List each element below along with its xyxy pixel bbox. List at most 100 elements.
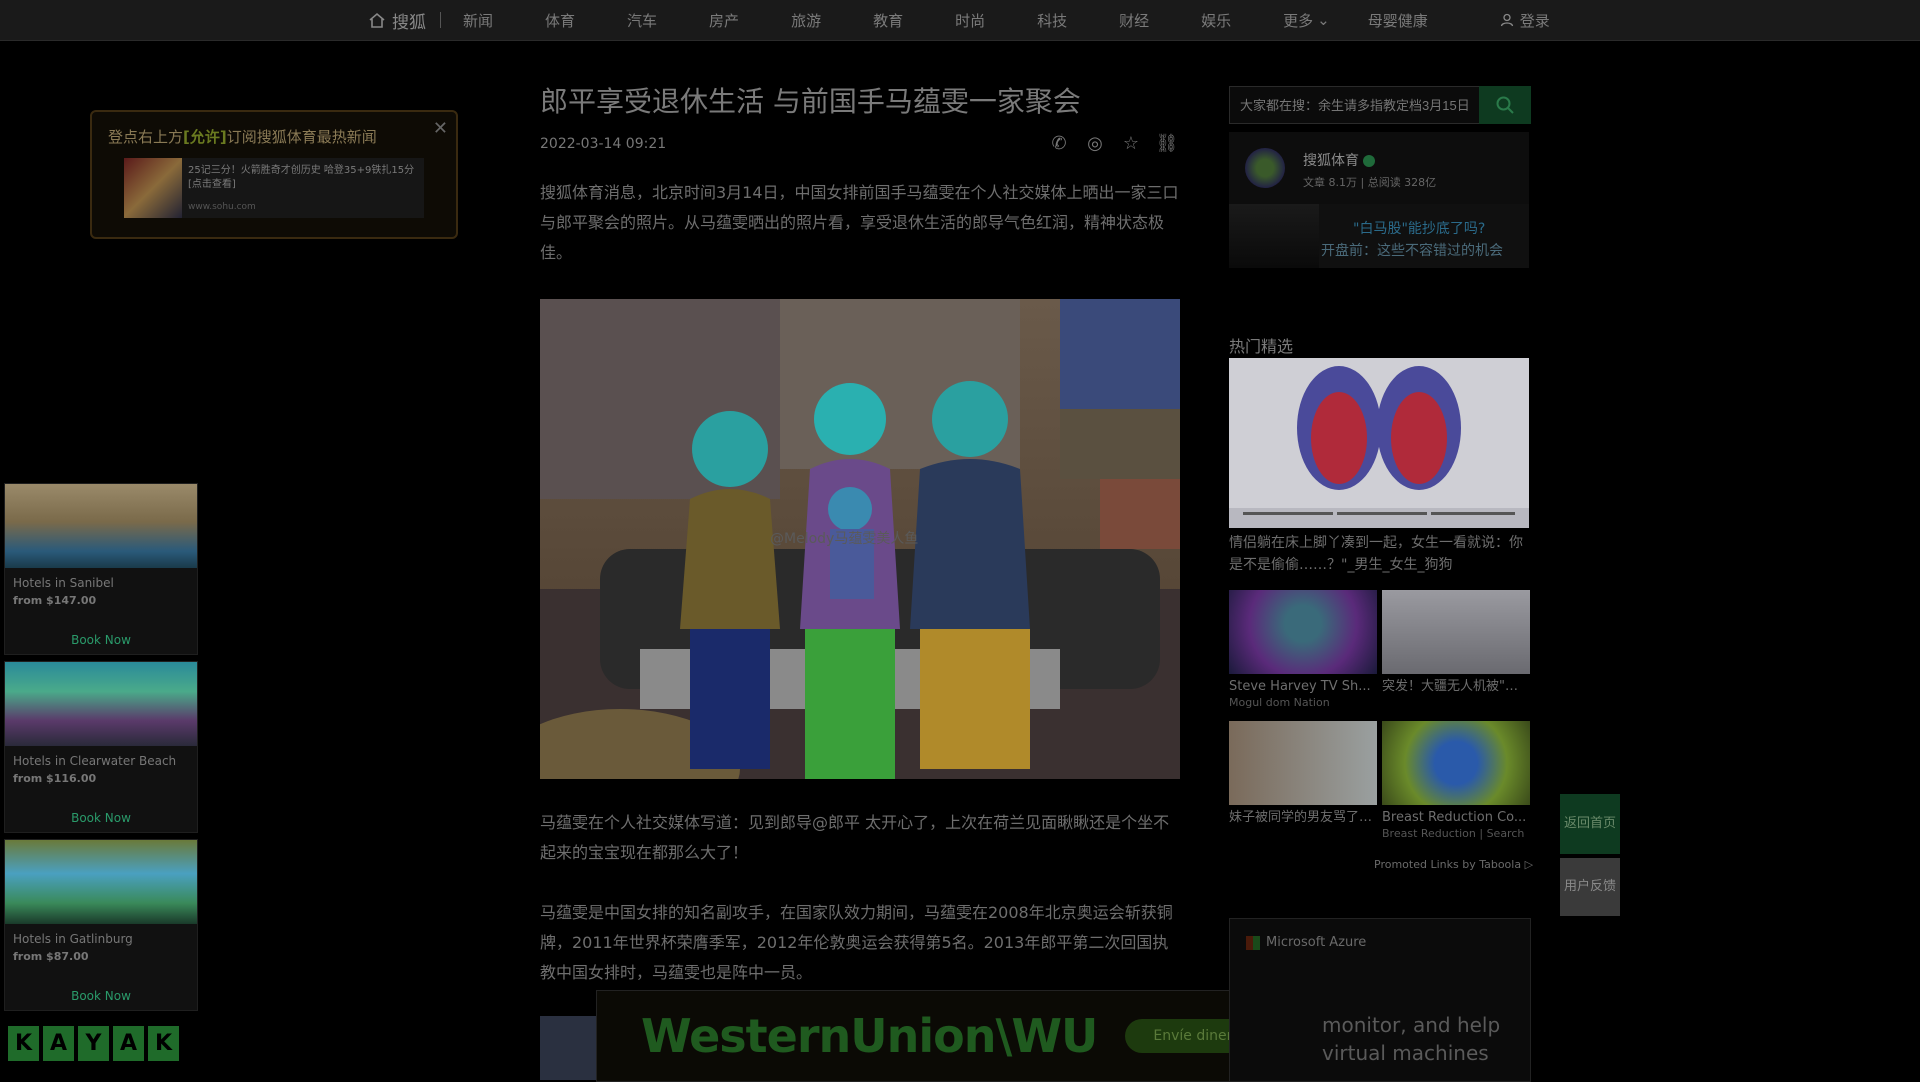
site-logo: 搜狐 — [392, 12, 426, 33]
book-now-button[interactable]: Book Now — [5, 633, 197, 647]
hot-picks-card-image — [1229, 590, 1377, 674]
book-now-button[interactable]: Book Now — [5, 989, 197, 1003]
verified-icon — [1363, 155, 1375, 167]
hot-picks-card-caption: 突发！大疆无人机被"升级制裁"：美国设计软... — [1382, 679, 1530, 694]
share-toolbar: ✆ ◎ ☆ ⛓ — [1048, 132, 1178, 154]
link-icon[interactable]: ⛓ — [1156, 132, 1179, 154]
hotel-ad-image — [5, 840, 197, 924]
author-stats: 文章 8.1万 | 总阅读 328亿 — [1303, 176, 1437, 189]
article-paragraph: 搜狐体育消息，北京时间3月14日，中国女排前国手马蕴雯在个人社交媒体上晒出一家三… — [540, 183, 1179, 262]
nav-item-house[interactable]: 房产 — [709, 10, 739, 31]
hot-picks-card-image — [1382, 590, 1530, 674]
feet-illustration — [1229, 358, 1529, 528]
popup-news-card[interactable]: 25记三分！火箭胜奇才创历史 哈登35+9铁扎15分[点击查看] www.soh… — [124, 158, 424, 218]
hot-picks-heading: 热门精选 — [1229, 337, 1294, 356]
hotel-ad-name: Hotels in Gatlinburg — [13, 932, 133, 946]
wechat-icon[interactable]: ✆ — [1048, 132, 1070, 154]
subscribe-popup: 登点右上方[允许]订阅搜狐体育最热新闻 ✕ 25记三分！火箭胜奇才创历史 哈登3… — [90, 110, 458, 239]
stock-banner-ad[interactable]: "白马股"能抄底了吗? 开盘前：这些不容错过的机会 — [1229, 204, 1529, 268]
hot-picks-card-caption: Breast Reduction Co... — [1382, 810, 1527, 825]
nav-item-sports[interactable]: 体育 — [545, 10, 575, 31]
nav-item-tech[interactable]: 科技 — [1037, 10, 1067, 31]
popup-title-suffix: 订阅搜狐体育最热新闻 — [226, 128, 377, 146]
hot-picks-card[interactable]: Breast Reduction Co... Breast Reduction … — [1382, 721, 1530, 840]
nav-item-finance[interactable]: 财经 — [1119, 10, 1149, 31]
azure-ad[interactable]: Microsoft Azure monitor, and help virtua… — [1229, 918, 1531, 1082]
user-feedback-button[interactable]: 用户反馈 — [1560, 858, 1620, 916]
book-now-button[interactable]: Book Now — [5, 811, 197, 825]
top-navigation-bar: 搜狐 新闻 体育 汽车 房产 旅游 教育 时尚 科技 财经 娱乐 更多 ⌄ 母婴… — [0, 0, 1920, 41]
close-icon[interactable]: ✕ — [433, 118, 448, 139]
nav-more-dropdown[interactable]: 更多 ⌄ — [1283, 10, 1330, 31]
hot-picks-card[interactable]: Steve Harvey TV Sh... Mogul dom Nation — [1229, 590, 1377, 709]
hotel-ad-card[interactable]: Hotels in Clearwater Beach from $116.00 … — [4, 661, 198, 833]
hotel-ad-image — [5, 662, 197, 746]
play-icon: ▷ — [1524, 858, 1534, 871]
azure-brand-label: Microsoft Azure — [1266, 935, 1367, 950]
nav-item-news[interactable]: 新闻 — [463, 10, 493, 31]
popup-allow-highlight: [允许] — [183, 128, 227, 146]
kayak-letter: Y — [78, 1026, 109, 1061]
hot-picks-main-caption[interactable]: 情侣躺在床上脚丫凑到一起，女生一看就说：你是不是偷偷……？"_男生_女生_狗狗 — [1229, 532, 1529, 576]
home-link[interactable]: 搜狐 — [368, 8, 426, 33]
search-input[interactable] — [1230, 87, 1480, 123]
hot-picks-card-source: Breast Reduction | Search — [1382, 827, 1525, 840]
hot-picks-card-image — [1229, 721, 1377, 805]
nav-item-entertainment[interactable]: 娱乐 — [1201, 10, 1231, 31]
kayak-letter: K — [148, 1026, 179, 1061]
kayak-logo[interactable]: K A Y A K — [8, 1026, 179, 1061]
chevron-down-icon: ⌄ — [1317, 11, 1330, 29]
article-paragraph: 马蕴雯是中国女排的知名副攻手，在国家队效力期间，马蕴雯在2008年北京奥运会斩获… — [540, 903, 1173, 982]
nav-item-travel[interactable]: 旅游 — [791, 10, 821, 31]
article-title: 郎平享受退休生活 与前国手马蕴雯一家聚会 — [540, 85, 1081, 118]
photo-watermark: @Melody马蕴雯美人鱼 — [770, 531, 919, 547]
western-union-logo: WesternUnion\WU — [641, 1009, 1098, 1063]
hotel-ad-card[interactable]: Hotels in Gatlinburg from $87.00 Book No… — [4, 839, 198, 1011]
nav-item-education[interactable]: 教育 — [873, 10, 903, 31]
popup-title-prefix: 登点右上方 — [108, 128, 184, 146]
hot-picks-main-image[interactable] — [1229, 358, 1529, 528]
author-name-row: 搜狐体育 — [1303, 150, 1375, 170]
user-icon — [1500, 13, 1513, 27]
search-button[interactable] — [1479, 86, 1531, 124]
avatar — [1245, 148, 1285, 188]
western-union-banner-ad[interactable]: WesternUnion\WU Envíe dinero ⓘ — [596, 990, 1326, 1082]
kayak-letter: A — [43, 1026, 74, 1061]
hotel-ad-name: Hotels in Clearwater Beach — [13, 754, 177, 768]
nav-more-label: 更多 — [1283, 11, 1314, 30]
nav-item-auto[interactable]: 汽车 — [627, 10, 657, 31]
star-icon[interactable]: ☆ — [1120, 132, 1142, 154]
hotel-ad-name: Hotels in Sanibel — [13, 576, 114, 590]
article-photo-second[interactable] — [540, 1016, 600, 1080]
hotel-ad-price: from $87.00 — [13, 950, 89, 963]
author-name: 搜狐体育 — [1303, 153, 1359, 169]
nav-item-mother-baby[interactable]: 母婴健康 — [1368, 10, 1428, 31]
stock-banner-line1: "白马股"能抄底了吗? — [1353, 221, 1486, 237]
login-link[interactable]: 登录 — [1500, 10, 1550, 31]
hotel-ad-image — [5, 484, 197, 568]
home-icon — [369, 12, 385, 28]
microsoft-logo-icon — [1246, 935, 1260, 950]
popup-news-thumbnail — [124, 158, 182, 218]
azure-brand: Microsoft Azure — [1246, 935, 1366, 950]
stock-banner-line2: 开盘前：这些不容错过的机会 — [1321, 243, 1503, 259]
hot-picks-card[interactable]: 妹子被同学的男友骂了，这样做是不是有... — [1229, 721, 1377, 827]
article-date: 2022-03-14 09:21 — [540, 136, 667, 152]
hot-picks-card-caption: Steve Harvey TV Sh... — [1229, 679, 1371, 694]
author-card[interactable]: 搜狐体育 文章 8.1万 | 总阅读 328亿 — [1229, 132, 1529, 204]
taboola-promoted-links[interactable]: Promoted Links by Taboola ▷ — [1374, 858, 1533, 871]
kayak-letter: A — [113, 1026, 144, 1061]
kayak-letter: K — [8, 1026, 39, 1061]
weibo-icon[interactable]: ◎ — [1084, 132, 1106, 154]
hot-picks-card-image — [1382, 721, 1530, 805]
hot-picks-card-source: Mogul dom Nation — [1229, 696, 1330, 709]
popup-title: 登点右上方[允许]订阅搜狐体育最热新闻 — [108, 126, 377, 147]
hot-picks-card[interactable]: 突发！大疆无人机被"升级制裁"：美国设计软... — [1382, 590, 1530, 696]
back-to-home-button[interactable]: 返回首页 — [1560, 794, 1620, 854]
nav-item-fashion[interactable]: 时尚 — [955, 10, 985, 31]
login-label: 登录 — [1519, 11, 1550, 30]
popup-news-text: 25记三分！火箭胜奇才创历史 哈登35+9铁扎15分[点击查看] — [188, 165, 415, 190]
popup-news-url: www.sohu.com — [188, 202, 256, 212]
article-paragraph: 马蕴雯在个人社交媒体写道：见到郎导@郎平 太开心了，上次在荷兰见面瞅瞅还是个坐不… — [540, 813, 1170, 862]
hotel-ad-card[interactable]: Hotels in Sanibel from $147.00 Book Now — [4, 483, 198, 655]
